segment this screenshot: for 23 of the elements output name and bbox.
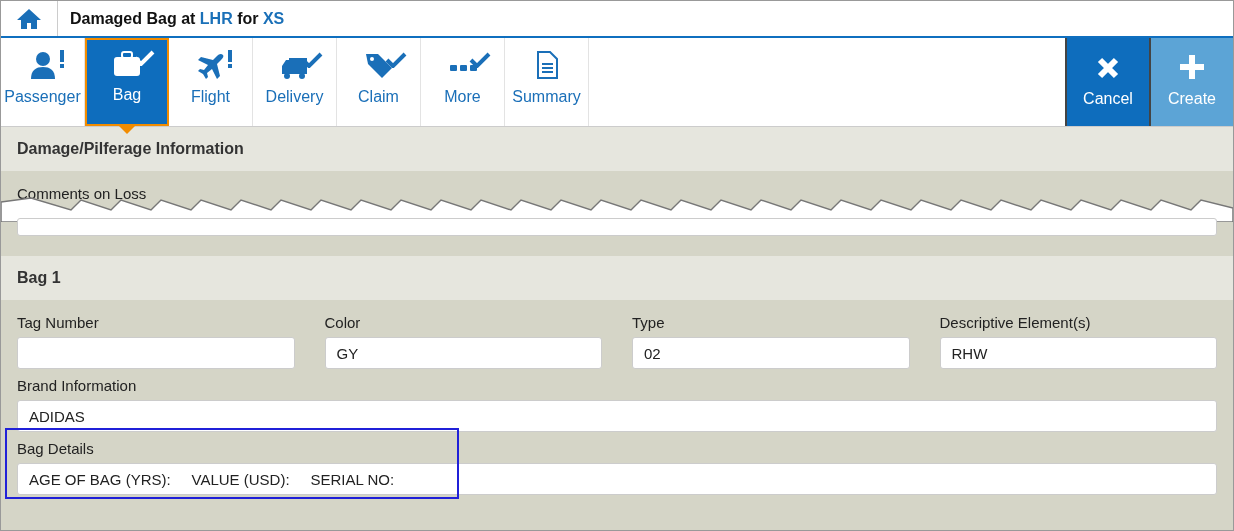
section-header: Damage/Pilferage Information	[1, 127, 1233, 171]
field-label: Descriptive Element(s)	[939, 314, 1092, 331]
dots-icon	[447, 65, 478, 72]
cancel-button[interactable]: Cancel	[1065, 38, 1149, 126]
suitcase-icon	[112, 48, 142, 78]
field-label: Type	[632, 314, 666, 331]
plus-icon	[1179, 54, 1205, 80]
input-field[interactable]: ADIDAS	[17, 400, 1217, 432]
field-label: Brand Information	[17, 377, 138, 394]
home-icon	[16, 7, 42, 30]
input-field[interactable]: RHW	[939, 337, 1217, 369]
page-title: Damaged Bag at LHR for XS	[69, 9, 286, 29]
input-field[interactable]	[17, 218, 1217, 236]
field-label: Comments on Loss	[17, 185, 148, 202]
field-label: Bag Details	[17, 440, 95, 457]
input-field[interactable]: AGE OF BAG (YRS): VALUE (USD): SERIAL NO:	[17, 463, 1217, 495]
field-label: Tag Number	[17, 314, 100, 331]
input-field[interactable]: GY	[324, 337, 602, 369]
input-field[interactable]: 02	[632, 337, 910, 369]
section-header: Bag 1	[1, 256, 1233, 300]
close-icon	[1096, 56, 1120, 80]
input-field[interactable]	[17, 337, 295, 369]
field-label: Color	[324, 314, 362, 331]
